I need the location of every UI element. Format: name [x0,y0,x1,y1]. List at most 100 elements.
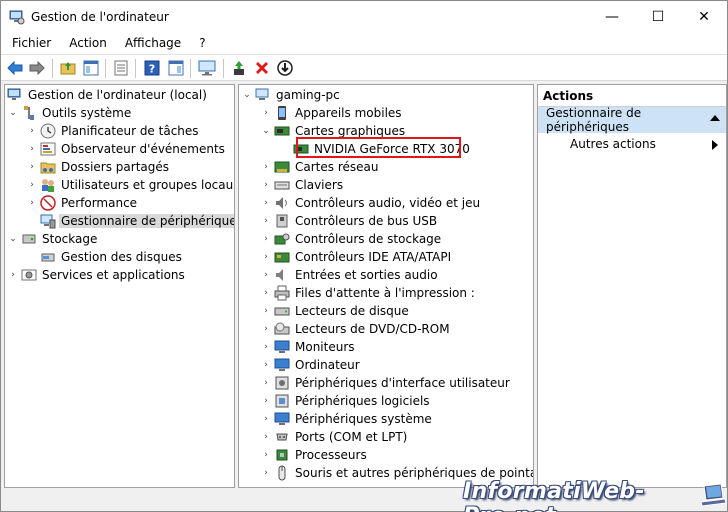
chevron-right-icon[interactable]: › [260,392,272,410]
chevron-right-icon[interactable]: › [260,158,272,176]
chevron-right-icon[interactable]: › [260,464,272,482]
menu-help[interactable]: ? [192,36,212,50]
tree-item-storage[interactable]: ⌄ Stockage [7,230,99,248]
tree-item-label: Utilisateurs et groupes locaux [61,178,235,192]
tree-item-disk-management[interactable]: Gestion des disques [26,248,184,266]
tree-item-shared-folders[interactable]: › Dossiers partagés [26,158,171,176]
device-category[interactable]: › Périphériques d'interface utilisateur [260,374,512,392]
tree-item-label: Stockage [42,232,98,246]
collapse-triangle-icon[interactable] [710,115,720,121]
chevron-right-icon[interactable]: › [260,320,272,338]
chevron-right-icon[interactable]: › [260,176,272,194]
chevron-right-icon[interactable]: › [260,248,272,266]
chevron-right-icon[interactable]: › [26,122,38,140]
maximize-button[interactable]: ☐ [635,1,681,32]
chevron-right-icon[interactable]: › [260,374,272,392]
printer-icon [274,285,290,301]
hid-icon [275,376,289,390]
tools-icon [24,106,34,120]
device-category[interactable]: › Cartes réseau [260,158,380,176]
chevron-right-icon[interactable]: › [260,428,272,446]
device-category[interactable]: › Périphériques système [260,410,434,428]
toolbar: ? [1,54,727,81]
menu-affichage[interactable]: Affichage [118,36,188,50]
tree-item-local-users[interactable]: › Utilisateurs et groupes locaux [26,176,235,194]
tree-item-services-apps[interactable]: › Services et applications [7,266,187,284]
usb-icon [276,214,288,228]
help-icon[interactable]: ? [143,59,161,77]
chevron-right-icon[interactable]: › [260,446,272,464]
tree-item-performance[interactable]: › Performance [26,194,139,212]
tree-root[interactable]: Gestion de l'ordinateur (local) [7,86,209,104]
chevron-right-icon[interactable]: › [260,230,272,248]
device-category[interactable]: › Appareils mobiles [260,104,404,122]
device-category[interactable]: › Contrôleurs audio, vidéo et jeu [260,194,482,212]
monitor-icon[interactable] [198,59,216,77]
tree-item-label: Gestion des disques [61,250,182,264]
device-category[interactable]: › Périphériques logiciels [260,392,432,410]
action-pane-icon[interactable] [167,59,185,77]
laptop-logo-icon [700,483,727,507]
menu-action[interactable]: Action [62,36,114,50]
chevron-right-icon[interactable]: › [26,194,38,212]
properties-icon[interactable] [112,59,130,77]
device-category[interactable]: › Contrôleurs IDE ATA/ATAPI [260,248,453,266]
chevron-right-icon[interactable]: › [26,140,38,158]
chevron-right-icon[interactable]: › [26,158,38,176]
display-adapter-icon [274,126,290,136]
chevron-down-icon[interactable]: ⌄ [7,104,19,122]
submenu-arrow-icon [712,140,718,150]
chevron-right-icon[interactable]: › [260,212,272,230]
chevron-down-icon[interactable]: ⌄ [260,122,272,140]
device-category[interactable]: › Files d'attente à l'impression : [260,284,477,302]
keyboard-icon [274,181,290,190]
device-category[interactable]: › Claviers [260,176,345,194]
forward-arrow-icon[interactable] [28,59,46,77]
device-tree-pane: ⌄ gaming-pc › Appareils mobiles ⌄ Cartes… [238,84,534,488]
chevron-right-icon[interactable]: › [260,284,272,302]
chevron-down-icon[interactable]: ⌄ [7,230,19,248]
software-device-icon [275,394,289,408]
uninstall-x-icon[interactable] [253,59,271,77]
device-category[interactable]: › Contrôleurs de stockage [260,230,443,248]
speaker-icon [276,197,287,209]
chevron-right-icon[interactable]: › [260,104,272,122]
actions-section-device-manager[interactable]: Gestionnaire de périphériques [538,106,726,134]
processor-icon [276,449,288,461]
chevron-right-icon[interactable]: › [7,266,19,284]
mobile-device-icon [278,106,286,120]
device-root[interactable]: ⌄ gaming-pc [241,86,342,104]
chevron-right-icon[interactable]: › [26,176,38,194]
chevron-down-icon[interactable]: ⌄ [241,86,253,104]
computer-icon [255,88,269,100]
chevron-right-icon[interactable]: › [260,266,272,284]
tree-item-event-viewer[interactable]: › Observateur d'événements [26,140,227,158]
chevron-right-icon[interactable]: › [260,194,272,212]
tree-item-device-manager[interactable]: Gestionnaire de périphériques [26,212,234,230]
chevron-right-icon[interactable]: › [260,302,272,320]
device-category[interactable]: › Lecteurs de DVD/CD-ROM [260,320,452,338]
chevron-right-icon[interactable]: › [260,338,272,356]
device-category[interactable]: › Processeurs [260,446,369,464]
back-arrow-icon[interactable] [6,59,24,77]
show-hide-tree-icon[interactable] [82,59,100,77]
device-category[interactable]: › Entrées et sorties audio [260,266,440,284]
device-category[interactable]: › Contrôleurs de bus USB [260,212,439,230]
close-button[interactable]: ✕ [681,1,727,32]
tree-item-label: Services et applications [42,268,185,282]
up-folder-icon[interactable] [59,59,77,77]
update-driver-icon[interactable] [230,59,248,77]
chevron-right-icon[interactable]: › [260,356,272,374]
menu-fichier[interactable]: Fichier [5,36,58,50]
device-category[interactable]: › Ports (COM et LPT) [260,428,409,446]
download-circle-icon[interactable] [276,59,294,77]
more-actions-link[interactable]: Autres actions [570,137,656,151]
device-category[interactable]: › Ordinateur [260,356,362,374]
chevron-right-icon[interactable]: › [260,410,272,428]
tree-item-task-scheduler[interactable]: › Planificateur de tâches [26,122,201,140]
tree-item-system-tools[interactable]: ⌄ Outils système [7,104,133,122]
device-category[interactable]: › Moniteurs [260,338,357,356]
device-category[interactable]: › Lecteurs de disque [260,302,411,320]
minimize-button[interactable]: — [589,1,635,32]
tree-item-label: Outils système [42,106,132,120]
